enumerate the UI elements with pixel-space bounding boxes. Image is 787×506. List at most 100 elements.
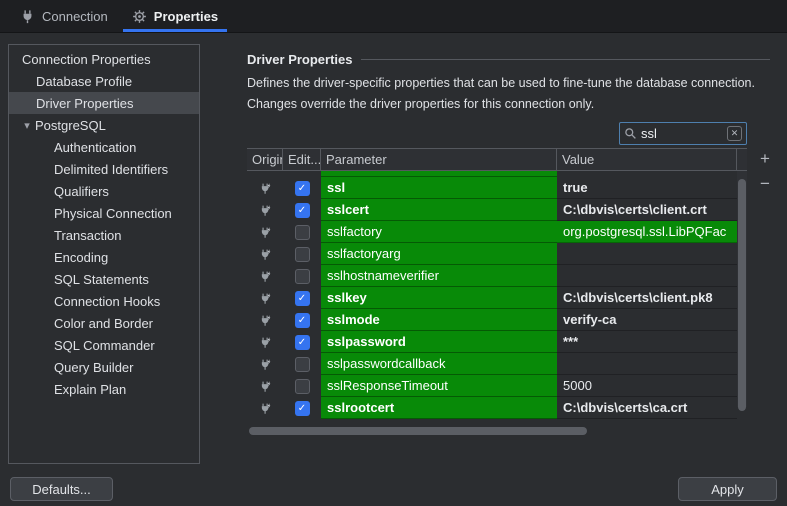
sidebar-item-sql-commander[interactable]: SQL Commander (9, 334, 199, 356)
clear-search-icon[interactable]: ✕ (727, 126, 742, 141)
origin-cell (247, 199, 283, 221)
edited-checkbox[interactable]: ✓ (294, 334, 310, 350)
value-cell[interactable]: *** (557, 331, 737, 353)
table-row[interactable]: ✓ sslpassword *** (247, 331, 747, 353)
sidebar-item-explain-plan[interactable]: Explain Plan (9, 378, 199, 400)
edited-checkbox[interactable] (294, 224, 310, 240)
sidebar-item-physical-connection[interactable]: Physical Connection (9, 202, 199, 224)
value-cell[interactable]: C:\dbvis\certs\client.pk8 (557, 287, 737, 309)
value-cell[interactable] (557, 265, 737, 287)
value-cell[interactable]: 5000 (557, 375, 737, 397)
apply-button[interactable]: Apply (678, 477, 777, 501)
horizontal-scrollbar[interactable] (247, 425, 737, 437)
vertical-scrollbar-thumb[interactable] (738, 179, 746, 411)
sidebar-item-authentication[interactable]: Authentication (9, 136, 199, 158)
parameter-cell[interactable]: sslmode (321, 309, 557, 331)
parameter-cell[interactable]: sslrootcert (321, 397, 557, 419)
table-row[interactable]: sslResponseTimeout 5000 (247, 375, 747, 397)
column-header-parameter[interactable]: Parameter (321, 149, 557, 170)
sidebar-item-driver-properties[interactable]: Driver Properties (9, 92, 199, 114)
sidebar-item-sql-statements[interactable]: SQL Statements (9, 268, 199, 290)
column-header-origin[interactable]: Origin (247, 149, 283, 170)
tab-connection[interactable]: Connection (8, 0, 120, 32)
sidebar-item-label: Transaction (54, 227, 122, 243)
tab-properties[interactable]: Properties (120, 0, 230, 32)
origin-cell (247, 177, 283, 199)
driver-origin-icon (259, 358, 272, 371)
value-cell[interactable]: org.postgresql.ssl.LibPQFac (557, 221, 737, 243)
search-field[interactable]: ✕ (619, 122, 747, 145)
gear-icon (132, 9, 147, 24)
parameter-cell[interactable]: ssl (321, 177, 557, 199)
sidebar-item-label: Query Builder (54, 359, 134, 375)
sidebar-item-color-and-border[interactable]: Color and Border (9, 312, 199, 334)
parameter-cell[interactable]: sslpassword (321, 331, 557, 353)
value-cell[interactable]: C:\dbvis\certs\ca.crt (557, 397, 737, 419)
table-row[interactable]: sslfactoryarg (247, 243, 747, 265)
value-cell[interactable]: true (557, 177, 737, 199)
sidebar-item-encoding[interactable]: Encoding (9, 246, 199, 268)
driver-origin-icon (259, 292, 272, 305)
tab-label: Properties (153, 8, 219, 24)
edited-checkbox[interactable] (294, 356, 310, 372)
sidebar-item-label: PostgreSQL (35, 117, 106, 133)
remove-property-button[interactable]: − (756, 174, 774, 194)
add-property-button[interactable]: + (756, 149, 774, 169)
sidebar-item-qualifiers[interactable]: Qualifiers (9, 180, 199, 202)
column-header-value[interactable]: Value (557, 149, 737, 170)
parameter-cell[interactable]: sslfactoryarg (321, 243, 557, 265)
table-row[interactable]: sslhostnameverifier (247, 265, 747, 287)
edited-checkbox[interactable]: ✓ (294, 290, 310, 306)
sidebar-item-label: Physical Connection (54, 205, 172, 221)
parameter-cell[interactable]: sslkey (321, 287, 557, 309)
sidebar-item-delimited-identifiers[interactable]: Delimited Identifiers (9, 158, 199, 180)
sidebar-item-label: SQL Commander (54, 337, 155, 353)
horizontal-scrollbar-thumb[interactable] (249, 427, 587, 435)
parameter-cell[interactable]: sslcert (321, 199, 557, 221)
parameter-cell[interactable]: sslhostnameverifier (321, 265, 557, 287)
column-header-edit[interactable]: Edit... (283, 149, 321, 170)
edited-checkbox[interactable]: ✓ (294, 400, 310, 416)
sidebar-item-label: Driver Properties (36, 95, 134, 111)
chevron-down-icon[interactable]: ▾ (19, 119, 35, 132)
parameter-cell[interactable]: sslResponseTimeout (321, 375, 557, 397)
sidebar-item-label: Qualifiers (54, 183, 109, 199)
defaults-button[interactable]: Defaults... (10, 477, 113, 501)
parameter-cell[interactable]: sslfactory (321, 221, 557, 243)
driver-origin-icon (259, 402, 272, 415)
value-cell[interactable] (557, 243, 737, 265)
edited-checkbox[interactable]: ✓ (294, 202, 310, 218)
origin-cell (247, 309, 283, 331)
sidebar-item-connection-hooks[interactable]: Connection Hooks (9, 290, 199, 312)
search-input[interactable] (641, 126, 723, 141)
table-row[interactable]: ✓ sslmode verify-ca (247, 309, 747, 331)
sidebar-item-label: Delimited Identifiers (54, 161, 169, 177)
description-line-1: Defines the driver-specific properties t… (247, 76, 755, 90)
edited-checkbox[interactable] (294, 378, 310, 394)
origin-cell (247, 265, 283, 287)
value-cell[interactable]: verify-ca (557, 309, 737, 331)
table-row[interactable]: sslfactory org.postgresql.ssl.LibPQFac (247, 221, 747, 243)
table-row[interactable]: ✓ ssl true (247, 177, 747, 199)
sidebar-item-postgresql[interactable]: ▾ PostgreSQL (9, 114, 199, 136)
table-row[interactable]: ✓ sslkey C:\dbvis\certs\client.pk8 (247, 287, 747, 309)
vertical-scrollbar[interactable] (737, 171, 747, 411)
value-cell[interactable]: C:\dbvis\certs\client.crt (557, 199, 737, 221)
table-row[interactable]: ✓ sslcert C:\dbvis\certs\client.crt (247, 199, 747, 221)
edited-checkbox[interactable] (294, 246, 310, 262)
table-row[interactable]: ✓ sslrootcert C:\dbvis\certs\ca.crt (247, 397, 747, 419)
origin-cell (247, 331, 283, 353)
driver-origin-icon (259, 380, 272, 393)
edited-checkbox[interactable]: ✓ (294, 180, 310, 196)
table-row[interactable]: sslpasswordcallback (247, 353, 747, 375)
value-cell[interactable] (557, 353, 737, 375)
edited-checkbox[interactable] (294, 268, 310, 284)
sidebar-item-transaction[interactable]: Transaction (9, 224, 199, 246)
sidebar-item-query-builder[interactable]: Query Builder (9, 356, 199, 378)
sidebar-item-connection-properties[interactable]: Connection Properties (9, 48, 199, 70)
sidebar-item-database-profile[interactable]: Database Profile (9, 70, 199, 92)
search-icon (624, 127, 637, 140)
parameter-cell[interactable]: sslpasswordcallback (321, 353, 557, 375)
edited-checkbox[interactable]: ✓ (294, 312, 310, 328)
sidebar-item-label: SQL Statements (54, 271, 149, 287)
